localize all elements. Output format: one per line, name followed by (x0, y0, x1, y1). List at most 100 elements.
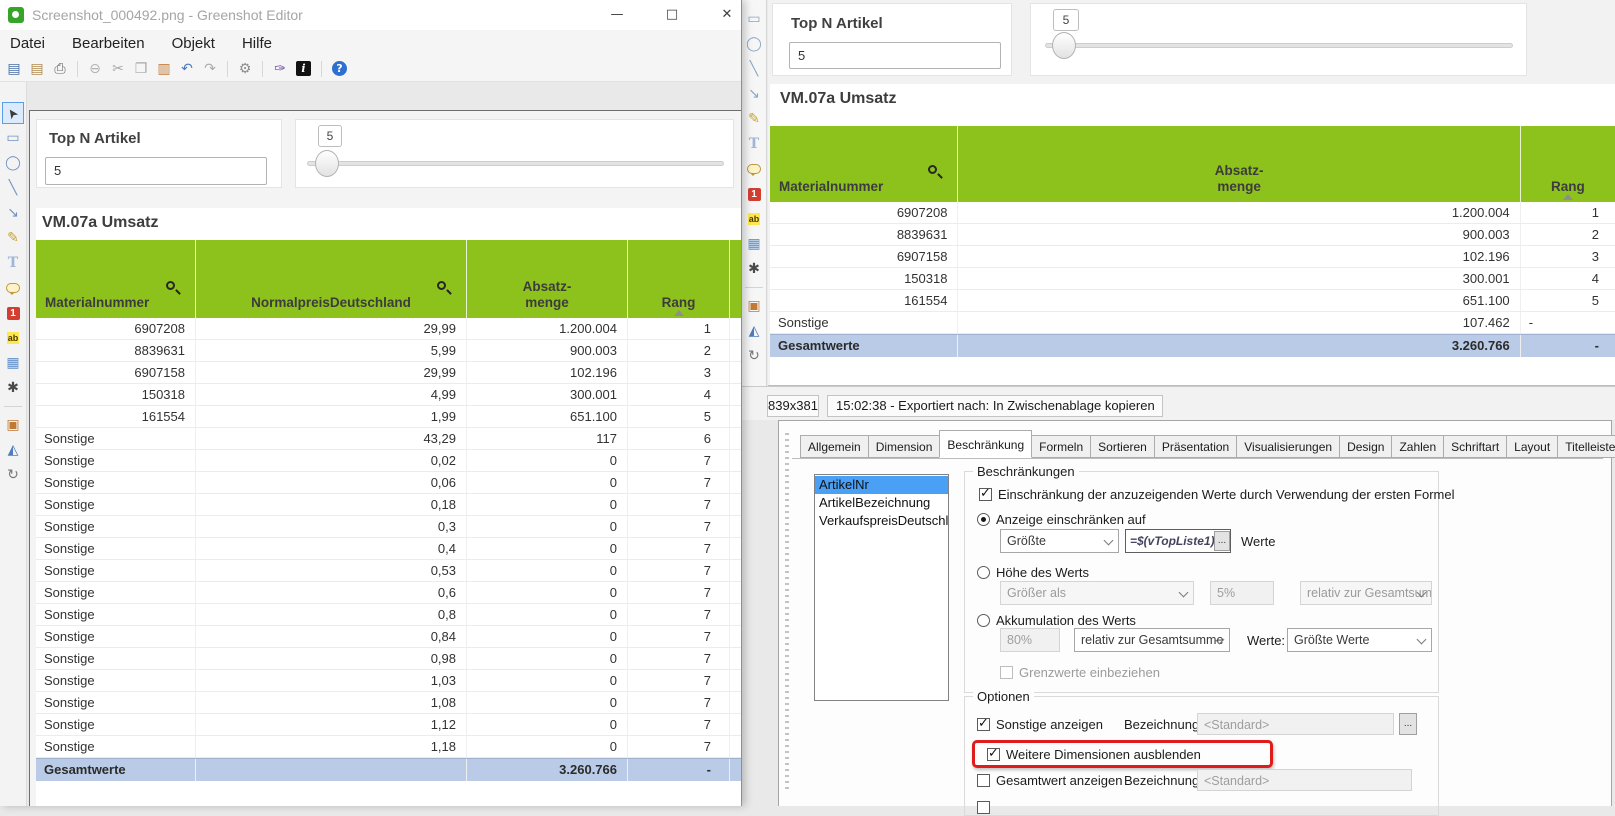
settings-gear-icon[interactable]: ⚙ (235, 59, 255, 79)
close-button[interactable]: ✕ (712, 0, 742, 30)
column-header[interactable]: Materialnummer (770, 126, 958, 202)
save-icon[interactable]: ▤ (4, 59, 24, 79)
menu-objekt[interactable]: Objekt (172, 35, 215, 52)
effects-brush-icon[interactable]: ✑ (270, 59, 290, 79)
listbox-item[interactable]: VerkaufspreisDeutschland (815, 512, 948, 530)
hide-dimensions-checkbox[interactable] (987, 746, 1000, 761)
column-header[interactable]: Rang (627, 240, 729, 318)
listbox-item[interactable]: ArtikelBezeichnung (815, 494, 948, 512)
effects-tool[interactable]: ✱ (743, 258, 765, 280)
tab-formeln[interactable]: Formeln (1031, 435, 1092, 458)
accumulation-relative-dropdown[interactable]: relativ zur Gesamtsumme (1074, 628, 1230, 652)
tab-präsentation[interactable]: Präsentation (1153, 435, 1238, 458)
include-boundaries-checkbox[interactable] (1000, 666, 1013, 679)
total-caption-input[interactable]: <Standard> (1197, 769, 1412, 791)
counter-tool[interactable]: 1 (743, 183, 765, 205)
column-header[interactable]: Absatz- menge (466, 240, 627, 318)
column-header[interactable]: Absatz- menge (957, 126, 1520, 202)
rotate-tool[interactable]: ↻ (2, 464, 24, 486)
tab-layout[interactable]: Layout (1506, 435, 1559, 458)
crop-tool[interactable]: ▣ (2, 414, 24, 436)
help-icon[interactable]: ? (332, 61, 347, 76)
rectangle-tool[interactable]: ▭ (743, 8, 765, 30)
arrow-tool[interactable]: ↘ (743, 83, 765, 105)
counter-tool[interactable]: 1 (2, 302, 24, 324)
selection-cursor-tool[interactable]: ➤ (2, 102, 24, 124)
formula-input[interactable]: =$(vTopListe1) ... (1125, 529, 1231, 553)
show-total-checkbox[interactable] (977, 774, 990, 787)
highlight-tool[interactable]: ab (2, 327, 24, 349)
line-tool[interactable]: ╲ (2, 177, 24, 199)
menu-bearbeiten[interactable]: Bearbeiten (72, 35, 145, 52)
print-icon[interactable]: ⎙ (50, 59, 70, 79)
speechbubble-tool[interactable] (2, 277, 24, 299)
minimize-button[interactable]: — (602, 0, 632, 30)
crop-tool[interactable]: ▣ (743, 295, 765, 317)
freehand-tool[interactable]: ✎ (2, 227, 24, 249)
group-title: Optionen (973, 689, 1034, 704)
tab-beschränkung[interactable]: Beschränkung (939, 430, 1033, 458)
percent-value-input[interactable]: 5% (1210, 581, 1274, 605)
show-others-checkbox[interactable] (977, 716, 990, 731)
copy-icon[interactable]: ❐ (131, 59, 151, 79)
tab-dimension[interactable]: Dimension (867, 435, 941, 458)
obfuscate-tool[interactable]: ▦ (743, 233, 765, 255)
rotate-tool[interactable]: ↻ (743, 345, 765, 367)
search-icon[interactable] (437, 281, 452, 296)
filter-card-title: Top N Artikel (791, 15, 883, 32)
paste-icon[interactable]: ▥ (154, 59, 174, 79)
relative-to-dropdown[interactable]: relativ zur Gesamtsumn (1300, 581, 1432, 605)
maximize-button[interactable]: □ (657, 0, 687, 30)
speechbubble-tool[interactable] (743, 158, 765, 180)
column-header[interactable]: Materialnummer (36, 240, 195, 318)
tab-zahlen[interactable]: Zahlen (1391, 435, 1445, 458)
paste-clipboard-icon[interactable]: ▤ (27, 59, 47, 79)
tab-visualisierungen[interactable]: Visualisierungen (1236, 435, 1341, 458)
text-tool[interactable]: T (743, 133, 765, 155)
highlight-tool[interactable]: ab (743, 208, 765, 230)
value-height-radio[interactable] (977, 566, 990, 579)
comparison-dropdown[interactable]: Größer als (1000, 581, 1194, 605)
undo-icon[interactable]: ↶ (177, 59, 197, 79)
accumulation-value-input[interactable]: 80% (1000, 628, 1060, 652)
restrict-mode-dropdown[interactable]: Größte (1000, 529, 1119, 553)
column-header[interactable]: NormalpreisDeutschland (195, 240, 466, 318)
tab-design[interactable]: Design (1339, 435, 1393, 458)
remove-icon[interactable]: ⊖ (85, 59, 105, 79)
search-icon[interactable] (166, 281, 181, 296)
search-icon[interactable] (928, 165, 944, 180)
clipped-checkbox[interactable] (977, 801, 990, 814)
formula-ellipsis-button[interactable]: ... (1214, 531, 1230, 551)
cut-icon[interactable]: ✂ (108, 59, 128, 79)
ellipse-tool[interactable]: ◯ (2, 152, 24, 174)
tab-schriftart[interactable]: Schriftart (1443, 435, 1508, 458)
listbox-item[interactable]: ArtikelNr (815, 476, 948, 494)
others-caption-input[interactable]: <Standard> (1197, 713, 1394, 735)
freehand-tool[interactable]: ✎ (743, 108, 765, 130)
info-icon[interactable]: i (296, 61, 311, 76)
first-formula-checkbox[interactable] (979, 486, 992, 501)
dimension-listbox[interactable]: ArtikelNr ArtikelBezeichnung Verkaufspreis… (814, 474, 949, 701)
others-ellipsis-button[interactable]: ... (1399, 713, 1417, 735)
obfuscate-tool[interactable]: ▦ (2, 352, 24, 374)
restrict-display-radio[interactable] (977, 513, 990, 526)
werte-mode-dropdown[interactable]: Größte Werte (1287, 628, 1432, 652)
dialog-resize-gutter[interactable] (785, 433, 789, 793)
accumulation-radio[interactable] (977, 614, 990, 627)
tab-titelleiste[interactable]: Titelleiste (1557, 435, 1615, 458)
arrow-tool[interactable]: ↘ (2, 202, 24, 224)
flip-tool[interactable]: ◭ (743, 320, 765, 342)
effects-tool[interactable]: ✱ (2, 377, 24, 399)
redo-icon[interactable]: ↷ (200, 59, 220, 79)
menu-datei[interactable]: Datei (10, 35, 45, 52)
tab-allgemein[interactable]: Allgemein (800, 435, 869, 458)
flip-tool[interactable]: ◭ (2, 439, 24, 461)
text-tool[interactable]: T (2, 252, 24, 274)
ellipse-tool[interactable]: ◯ (743, 33, 765, 55)
tab-sortieren[interactable]: Sortieren (1090, 435, 1155, 458)
column-header[interactable]: Rang (1519, 126, 1615, 202)
rectangle-tool[interactable]: ▭ (2, 127, 24, 149)
column-header[interactable] (729, 240, 741, 318)
line-tool[interactable]: ╲ (743, 58, 765, 80)
menu-hilfe[interactable]: Hilfe (242, 35, 272, 52)
